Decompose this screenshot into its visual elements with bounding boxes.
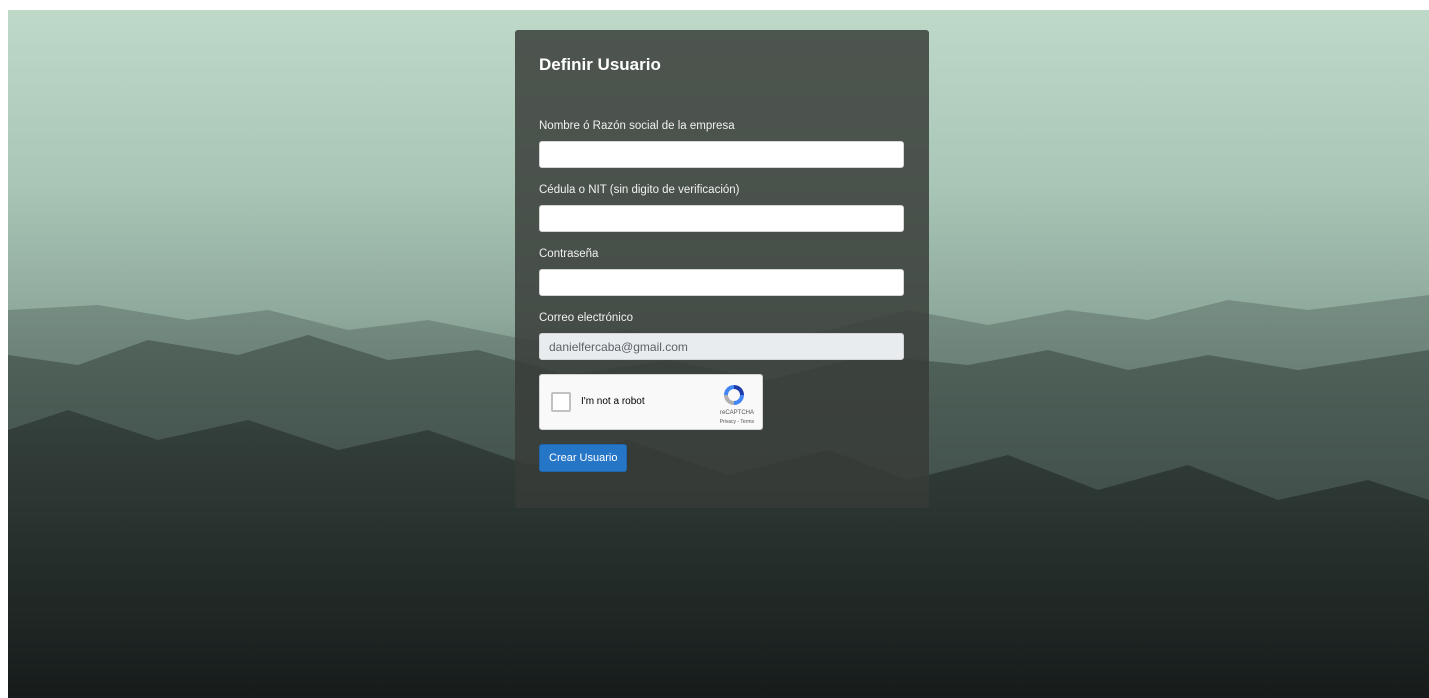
email-label: Correo electrónico [539, 312, 633, 324]
recaptcha-brand: reCAPTCHA [719, 410, 754, 416]
id-nit-label: Cédula o NIT (sin digito de verificación… [539, 184, 740, 196]
form-title: Definir Usuario [539, 55, 661, 74]
recaptcha-widget: I'm not a robot reCAPTCHA Privacy - Term… [539, 374, 763, 430]
password-input[interactable] [539, 269, 904, 296]
recaptcha-logo-icon [724, 385, 744, 405]
password-label: Contraseña [539, 248, 599, 260]
create-user-button[interactable]: Crear Usuario [539, 444, 628, 472]
recaptcha-label: I'm not a robot [581, 396, 645, 407]
recaptcha-checkbox[interactable] [551, 392, 571, 412]
recaptcha-privacy-terms[interactable]: Privacy - Terms [720, 419, 754, 425]
define-user-card: Definir Usuario Nombre ó Razón social de… [515, 30, 929, 508]
company-name-input[interactable] [539, 141, 904, 168]
id-nit-input[interactable] [539, 205, 904, 232]
company-name-label: Nombre ó Razón social de la empresa [539, 120, 735, 132]
background-landscape: Definir Usuario Nombre ó Razón social de… [8, 10, 1429, 698]
email-input[interactable] [539, 333, 904, 360]
